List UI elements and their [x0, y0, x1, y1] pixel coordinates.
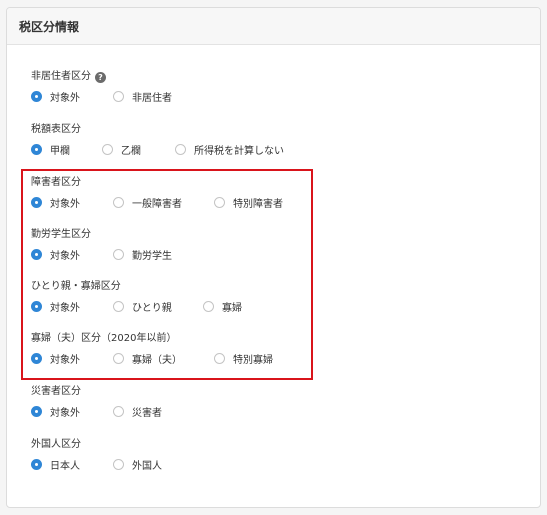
radio-button[interactable]: [31, 196, 42, 208]
radio-label: 対象外: [50, 354, 80, 366]
radio-label: 外国人: [132, 460, 162, 472]
radio-label: 甲欄: [50, 145, 70, 157]
radio-option-kou[interactable]: 甲欄: [31, 141, 70, 157]
radio-button[interactable]: [102, 143, 113, 155]
radio-option-widow[interactable]: 寡婦: [203, 298, 242, 314]
question-circle-icon[interactable]: ?: [95, 71, 106, 83]
radio-button[interactable]: [113, 90, 124, 102]
group-widow-husband-2020: 寡婦（夫）区分（2020年以前） 対象外 寡婦（夫） 特別寡婦: [31, 332, 273, 366]
radio-group: 日本人 外国人: [31, 456, 162, 472]
radio-label: 一般障害者: [132, 198, 182, 210]
radio-group: 対象外 非居住者: [31, 88, 172, 104]
radio-option-japanese[interactable]: 日本人: [31, 456, 80, 472]
group-label: 災害者区分: [31, 386, 81, 397]
radio-button[interactable]: [113, 352, 124, 364]
group-single-parent-widow: ひとり親・寡婦区分 対象外 ひとり親 寡婦: [31, 280, 242, 314]
group-foreigner: 外国人区分 日本人 外国人: [31, 438, 162, 472]
radio-button[interactable]: [214, 352, 225, 364]
group-label: 非居住者区分: [31, 71, 91, 82]
radio-option-not-applicable[interactable]: 対象外: [31, 350, 80, 366]
radio-option-not-applicable[interactable]: 対象外: [31, 298, 80, 314]
radio-label: 寡婦: [222, 302, 242, 314]
radio-option-widow-husband[interactable]: 寡婦（夫）: [113, 350, 182, 366]
radio-button[interactable]: [113, 300, 124, 312]
radio-label: 対象外: [50, 302, 80, 314]
radio-group: 対象外 勤労学生: [31, 246, 172, 262]
radio-button[interactable]: [31, 248, 42, 260]
group-label: 寡婦（夫）区分（2020年以前）: [31, 333, 177, 344]
group-disaster-victim: 災害者区分 対象外 災害者: [31, 385, 162, 419]
radio-option-single-parent[interactable]: ひとり親: [113, 298, 172, 314]
radio-button[interactable]: [175, 143, 186, 155]
radio-label: 対象外: [50, 198, 80, 210]
radio-option-special-widow[interactable]: 特別寡婦: [214, 350, 273, 366]
radio-label: 日本人: [50, 460, 80, 472]
radio-option-no-tax-calc[interactable]: 所得税を計算しない: [175, 141, 284, 157]
radio-option-working-student[interactable]: 勤労学生: [113, 246, 172, 262]
radio-button[interactable]: [203, 300, 214, 312]
radio-group: 対象外 一般障害者 特別障害者: [31, 194, 283, 210]
panel-header: 税区分情報: [7, 8, 540, 45]
group-label: 外国人区分: [31, 439, 81, 450]
radio-label: 特別障害者: [233, 198, 283, 210]
radio-button[interactable]: [31, 405, 42, 417]
radio-button[interactable]: [113, 405, 124, 417]
radio-button[interactable]: [31, 90, 42, 102]
radio-option-non-resident[interactable]: 非居住者: [113, 88, 172, 104]
radio-option-special-disability[interactable]: 特別障害者: [214, 194, 283, 210]
radio-option-general-disability[interactable]: 一般障害者: [113, 194, 182, 210]
radio-label: 特別寡婦: [233, 354, 273, 366]
radio-label: 勤労学生: [132, 250, 172, 262]
radio-option-otsu[interactable]: 乙欄: [102, 141, 141, 157]
radio-option-not-applicable[interactable]: 対象外: [31, 88, 80, 104]
radio-label: 対象外: [50, 407, 80, 419]
radio-button[interactable]: [31, 300, 42, 312]
group-label: 勤労学生区分: [31, 229, 91, 240]
radio-button[interactable]: [31, 458, 42, 470]
radio-label: 寡婦（夫）: [132, 354, 182, 366]
group-disability: 障害者区分 対象外 一般障害者 特別障害者: [31, 176, 283, 210]
radio-label: 災害者: [132, 407, 162, 419]
tax-category-panel: 税区分情報 非居住者区分 ? 対象外 非居住者 税額表区分 甲欄 乙欄 所得税を…: [6, 7, 541, 508]
radio-option-foreigner[interactable]: 外国人: [113, 456, 162, 472]
radio-button[interactable]: [31, 143, 42, 155]
group-tax-table: 税額表区分 甲欄 乙欄 所得税を計算しない: [31, 123, 284, 157]
radio-label: 対象外: [50, 92, 80, 104]
group-label: 税額表区分: [31, 124, 81, 135]
radio-group: 対象外 寡婦（夫） 特別寡婦: [31, 350, 273, 366]
radio-option-disaster-victim[interactable]: 災害者: [113, 403, 162, 419]
radio-group: 対象外 災害者: [31, 403, 162, 419]
radio-group: 対象外 ひとり親 寡婦: [31, 298, 242, 314]
radio-label: ひとり親: [132, 302, 172, 314]
group-label: ひとり親・寡婦区分: [31, 281, 121, 292]
group-working-student: 勤労学生区分 対象外 勤労学生: [31, 228, 172, 262]
group-label: 障害者区分: [31, 177, 81, 188]
radio-button[interactable]: [31, 352, 42, 364]
panel-title: 税区分情報: [19, 19, 80, 34]
radio-button[interactable]: [113, 248, 124, 260]
radio-label: 非居住者: [132, 92, 172, 104]
group-non-resident: 非居住者区分 ? 対象外 非居住者: [31, 70, 172, 104]
radio-label: 対象外: [50, 250, 80, 262]
radio-button[interactable]: [113, 458, 124, 470]
radio-group: 甲欄 乙欄 所得税を計算しない: [31, 141, 284, 157]
radio-button[interactable]: [214, 196, 225, 208]
radio-button[interactable]: [113, 196, 124, 208]
radio-option-not-applicable[interactable]: 対象外: [31, 194, 80, 210]
radio-label: 乙欄: [121, 145, 141, 157]
radio-option-not-applicable[interactable]: 対象外: [31, 246, 80, 262]
radio-label: 所得税を計算しない: [194, 145, 284, 157]
radio-option-not-applicable[interactable]: 対象外: [31, 403, 80, 419]
